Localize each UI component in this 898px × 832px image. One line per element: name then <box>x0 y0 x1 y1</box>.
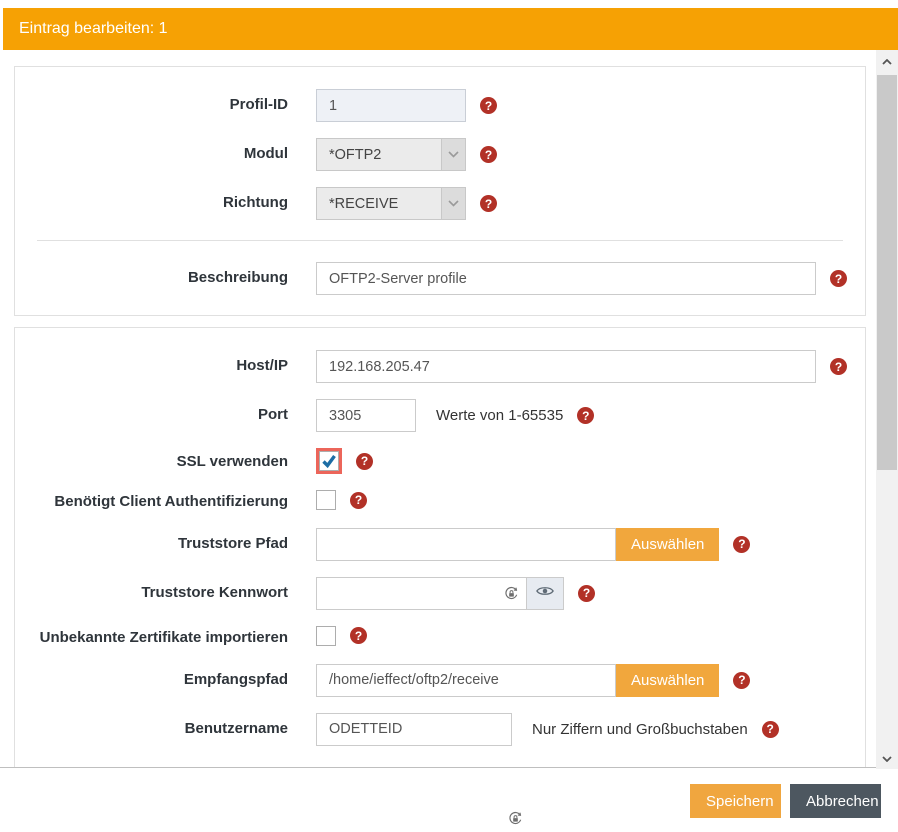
truststore-pfad-browse-button[interactable]: Auswählen <box>616 528 719 561</box>
port-label: Port <box>15 399 316 425</box>
truststore-kennwort-input[interactable] <box>316 577 527 610</box>
unbekannte-zertifikate-checkbox[interactable] <box>316 626 336 646</box>
ssl-label: SSL verwenden <box>15 448 316 472</box>
dialog-footer: Speichern Abbrechen <box>0 769 898 832</box>
truststore-kennwort-label: Truststore Kennwort <box>15 577 316 603</box>
profil-id-label: Profil-ID <box>15 89 316 115</box>
help-icon[interactable]: ? <box>356 453 373 470</box>
help-icon[interactable]: ? <box>830 358 847 375</box>
profil-id-input <box>316 89 466 122</box>
chevron-down-icon <box>441 188 465 219</box>
host-ip-row: Host/IP ? <box>15 350 865 383</box>
save-button[interactable]: Speichern <box>690 784 781 818</box>
modul-select: *OFTP2 <box>316 138 466 171</box>
benutzername-hint: Nur Ziffern und Großbuchstaben <box>532 721 748 738</box>
dialog-body: Profil-ID ? Modul *OFTP2 ? Richtung <box>0 50 876 768</box>
dialog-title: Eintrag bearbeiten: 1 <box>19 20 168 38</box>
help-icon[interactable]: ? <box>350 492 367 509</box>
chevron-down-icon <box>441 139 465 170</box>
unbekannte-zertifikate-label: Unbekannte Zertifikate importieren <box>15 626 316 648</box>
show-password-addon[interactable] <box>527 577 564 610</box>
beschreibung-row: Beschreibung ? <box>15 262 865 295</box>
truststore-pfad-input[interactable] <box>316 528 616 561</box>
cancel-button[interactable]: Abbrechen <box>790 784 881 818</box>
modul-select-value: *OFTP2 <box>329 147 381 163</box>
empfangspfad-input[interactable] <box>316 664 616 697</box>
benutzername-label: Benutzername <box>15 713 316 739</box>
benutzername-input[interactable] <box>316 713 512 746</box>
scroll-up-arrow-icon[interactable] <box>876 53 898 70</box>
unbekannte-zertifikate-row: Unbekannte Zertifikate importieren ? <box>15 626 865 648</box>
help-icon[interactable]: ? <box>480 97 497 114</box>
section-divider <box>37 240 843 241</box>
ssl-row: SSL verwenden ? <box>15 448 865 474</box>
help-icon[interactable]: ? <box>480 195 497 212</box>
benutzername-row: Benutzername Nur Ziffern und Großbuchsta… <box>15 713 865 746</box>
beschreibung-label: Beschreibung <box>15 262 316 288</box>
eye-icon <box>536 584 554 602</box>
empfangspfad-label: Empfangspfad <box>15 664 316 690</box>
port-hint: Werte von 1-65535 <box>436 407 563 424</box>
vertical-scrollbar[interactable] <box>876 50 898 770</box>
richtung-select-value: *RECEIVE <box>329 196 398 212</box>
help-icon[interactable]: ? <box>733 536 750 553</box>
client-auth-checkbox[interactable] <box>316 490 336 510</box>
richtung-label: Richtung <box>15 187 316 213</box>
truststore-pfad-label: Truststore Pfad <box>15 528 316 554</box>
connection-panel: Host/IP ? Port Werte von 1-65535 ? SSL v… <box>14 327 866 768</box>
scrollbar-thumb[interactable] <box>877 75 897 470</box>
modul-label: Modul <box>15 138 316 164</box>
help-icon[interactable]: ? <box>480 146 497 163</box>
help-icon[interactable]: ? <box>577 407 594 424</box>
profile-panel: Profil-ID ? Modul *OFTP2 ? Richtung <box>14 66 866 316</box>
dialog-header: Eintrag bearbeiten: 1 <box>3 8 898 50</box>
ssl-checkbox-highlight <box>316 448 342 474</box>
richtung-row: Richtung *RECEIVE ? <box>15 187 865 220</box>
truststore-pfad-row: Truststore Pfad Auswählen ? <box>15 528 865 561</box>
help-icon[interactable]: ? <box>762 721 779 738</box>
password-manager-icon[interactable] <box>504 586 519 606</box>
beschreibung-input[interactable] <box>316 262 816 295</box>
richtung-select: *RECEIVE <box>316 187 466 220</box>
help-icon[interactable]: ? <box>733 672 750 689</box>
help-icon[interactable]: ? <box>350 627 367 644</box>
host-ip-input[interactable] <box>316 350 816 383</box>
profil-id-row: Profil-ID ? <box>15 89 865 122</box>
port-input[interactable] <box>316 399 416 432</box>
port-row: Port Werte von 1-65535 ? <box>15 399 865 432</box>
ssl-checkbox[interactable] <box>319 451 339 471</box>
password-manager-icon <box>508 811 523 831</box>
client-auth-row: Benötigt Client Authentifizierung ? <box>15 490 865 512</box>
help-icon[interactable]: ? <box>578 585 595 602</box>
scroll-down-arrow-icon[interactable] <box>876 750 898 767</box>
empfangspfad-row: Empfangspfad Auswählen ? <box>15 664 865 697</box>
client-auth-label: Benötigt Client Authentifizierung <box>15 490 316 512</box>
empfangspfad-browse-button[interactable]: Auswählen <box>616 664 719 697</box>
host-ip-label: Host/IP <box>15 350 316 376</box>
modul-row: Modul *OFTP2 ? <box>15 138 865 171</box>
help-icon[interactable]: ? <box>830 270 847 287</box>
truststore-kennwort-row: Truststore Kennwort ? <box>15 577 865 610</box>
